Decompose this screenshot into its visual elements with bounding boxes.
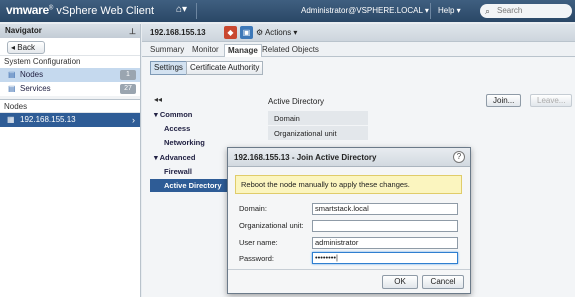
divider	[196, 3, 197, 19]
divider	[228, 269, 470, 270]
dialog-title: 192.168.155.13 - Join Active Directory	[234, 153, 377, 162]
object-title: 192.168.155.13	[150, 28, 206, 37]
table-row: Domain	[268, 111, 368, 126]
help-menu[interactable]: Help ▾	[438, 6, 461, 15]
tab-monitor[interactable]: Monitor	[192, 44, 219, 57]
product-name: vSphere Web Client	[56, 5, 155, 17]
active-directory-title: Active Directory	[268, 97, 325, 106]
dialog-header: 192.168.155.13 - Join Active Directory ?	[228, 148, 470, 167]
nodes-icon: ▤	[8, 70, 16, 79]
navigator-title: Navigator	[5, 26, 42, 35]
subtab-certificate-authority[interactable]: Certificate Authority	[186, 61, 264, 75]
tab-related-objects[interactable]: Related Objects	[262, 44, 319, 57]
subtab-settings[interactable]: Settings	[150, 61, 187, 75]
pin-icon[interactable]: ⊥	[129, 25, 136, 39]
search-box[interactable]: ⌕ Search	[480, 4, 572, 18]
user-name-label: User name:	[239, 238, 278, 247]
vmware-logo: vmware	[6, 3, 49, 17]
top-bar: vmware® vSphere Web Client ⌂▾ Administra…	[0, 0, 575, 22]
count-badge: 1	[120, 70, 136, 80]
services-icon: ▤	[8, 84, 16, 93]
search-placeholder: Search	[497, 6, 523, 15]
tab-manage[interactable]: Manage	[224, 44, 262, 57]
node-item[interactable]: ▦ 192.168.155.13 ›	[0, 113, 140, 127]
ok-button[interactable]: OK	[382, 275, 418, 289]
tab-summary[interactable]: Summary	[150, 44, 184, 57]
vsphere-web-client: vmware® vSphere Web Client ⌂▾ Administra…	[0, 0, 575, 297]
tree-item-networking[interactable]: Networking	[150, 136, 232, 149]
tree-group-common[interactable]: ▾ Common	[150, 108, 232, 121]
active-directory-table: Domain Organizational unit	[268, 111, 570, 141]
sidebar-item-services[interactable]: ▤ Services 27	[0, 82, 140, 96]
count-badge: 27	[120, 84, 136, 94]
back-row: ◂ Back	[0, 38, 140, 56]
home-icon[interactable]: ⌂▾	[176, 4, 187, 15]
search-icon: ⌕	[485, 6, 491, 16]
subtab-bar: Settings Certificate Authority	[142, 57, 575, 79]
cancel-button[interactable]: Cancel	[422, 275, 464, 289]
brand-logo: vmware® vSphere Web Client	[6, 3, 155, 17]
sidebar-item-nodes[interactable]: ▤ Nodes 1	[0, 68, 140, 82]
settings-tree: ◂◂ ▾ Common Access Networking ▾ Advanced…	[150, 90, 232, 230]
divider	[430, 3, 431, 19]
tree-item-active-directory[interactable]: Active Directory	[150, 179, 232, 192]
actions-menu[interactable]: ⚙ Actions ▾	[256, 28, 297, 37]
nodes-section-label: Nodes	[0, 100, 140, 113]
leave-button[interactable]: Leave...	[530, 94, 573, 107]
warning-message: Reboot the node manually to apply these …	[235, 175, 462, 194]
table-row: Organizational unit	[268, 126, 368, 141]
password-field[interactable]: ••••••••|	[312, 252, 458, 264]
tree-item-access[interactable]: Access	[150, 122, 232, 135]
navigator-panel: Navigator ⊥ ◂ Back System Configuration …	[0, 24, 141, 297]
tab-bar: Summary Monitor Manage Related Objects	[142, 42, 575, 57]
tree-item-firewall[interactable]: Firewall	[150, 165, 232, 178]
domain-label: Domain:	[239, 204, 267, 213]
domain-field[interactable]: smartstack.local	[312, 203, 458, 215]
password-label: Password:	[239, 254, 275, 263]
organizational-unit-field[interactable]	[312, 220, 458, 232]
join-active-directory-dialog: 192.168.155.13 - Join Active Directory ?…	[227, 147, 471, 294]
tree-group-advanced[interactable]: ▾ Advanced	[150, 151, 232, 164]
node-action-icon[interactable]: ◆	[224, 26, 237, 39]
section-title: System Configuration	[4, 57, 81, 66]
node-icon: ▦	[7, 115, 15, 124]
help-icon[interactable]: ?	[453, 151, 465, 163]
back-button[interactable]: ◂ Back	[7, 41, 45, 54]
user-name-field[interactable]: administrator	[312, 237, 458, 249]
edit-icon[interactable]: ▣	[240, 26, 253, 39]
object-header: 192.168.155.13 ◆ ▣ ⚙ Actions ▾	[142, 24, 575, 42]
organizational-unit-label: Organizational unit:	[239, 221, 304, 230]
navigator-header: Navigator ⊥	[0, 24, 140, 38]
user-menu[interactable]: Administrator@VSPHERE.LOCAL ▾	[301, 6, 429, 15]
join-button[interactable]: Join...	[486, 94, 522, 107]
chevron-right-icon: ›	[132, 115, 135, 125]
collapse-icon[interactable]: ◂◂	[154, 95, 162, 104]
